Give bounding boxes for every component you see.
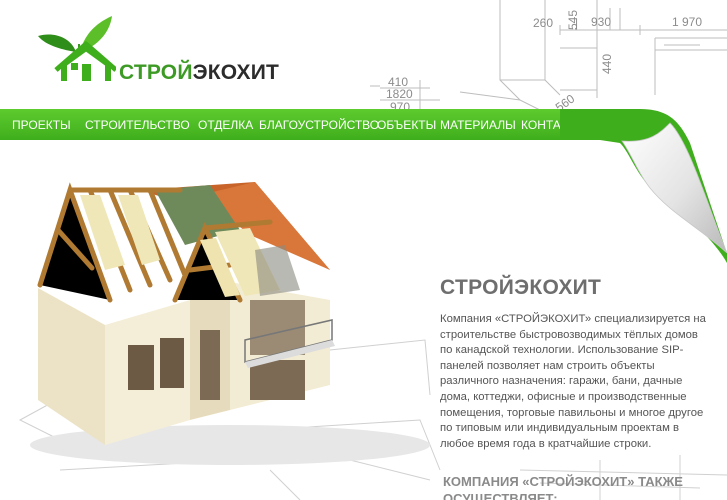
nav-item-projects[interactable]: ПРОЕКТЫ	[12, 118, 71, 132]
house-illustration	[30, 182, 430, 465]
intro-text: Компания «СТРОЙЭКОХИТ» специализируется …	[440, 313, 706, 450]
leaf-house-icon	[38, 16, 116, 81]
nav-item-finishing[interactable]: ОТДЕЛКА	[198, 118, 253, 132]
page-curl-decoration	[560, 109, 727, 263]
page: 260 | 930 1 970 545 440 410 1820 970 560…	[0, 0, 727, 500]
logo[interactable]: СТРОЙЭКОХИТ	[36, 14, 296, 84]
main-nav: ПРОЕКТЫ СТРОИТЕЛЬСТВО ОТДЕЛКА БЛАГОУСТРО…	[0, 109, 640, 140]
services-heading: КОМПАНИЯ «СТРОЙЭКОХИТ» ТАКЖЕ ОСУЩЕСТВЛЯЕ…	[443, 474, 683, 500]
nav-item-landscaping[interactable]: БЛАГОУСТРОЙСТВО	[259, 118, 379, 132]
intro-section: СТРОЙЭКОХИТ Компания «СТРОЙЭКОХИТ» специ…	[440, 276, 710, 500]
logo-wordmark-part2: ЭКОХИТ	[192, 61, 280, 84]
nav-item-construction[interactable]: СТРОИТЕЛЬСТВО	[85, 118, 190, 132]
logo-wordmark: СТРОЙЭКОХИТ	[119, 62, 279, 84]
intro-title: СТРОЙЭКОХИТ	[440, 276, 602, 299]
nav-item-materials[interactable]: МАТЕРИАЛЫ	[440, 118, 516, 132]
nav-item-objects[interactable]: ОБЪЕКТЫ	[377, 118, 436, 132]
logo-wordmark-part1: СТРОЙ	[119, 61, 193, 84]
